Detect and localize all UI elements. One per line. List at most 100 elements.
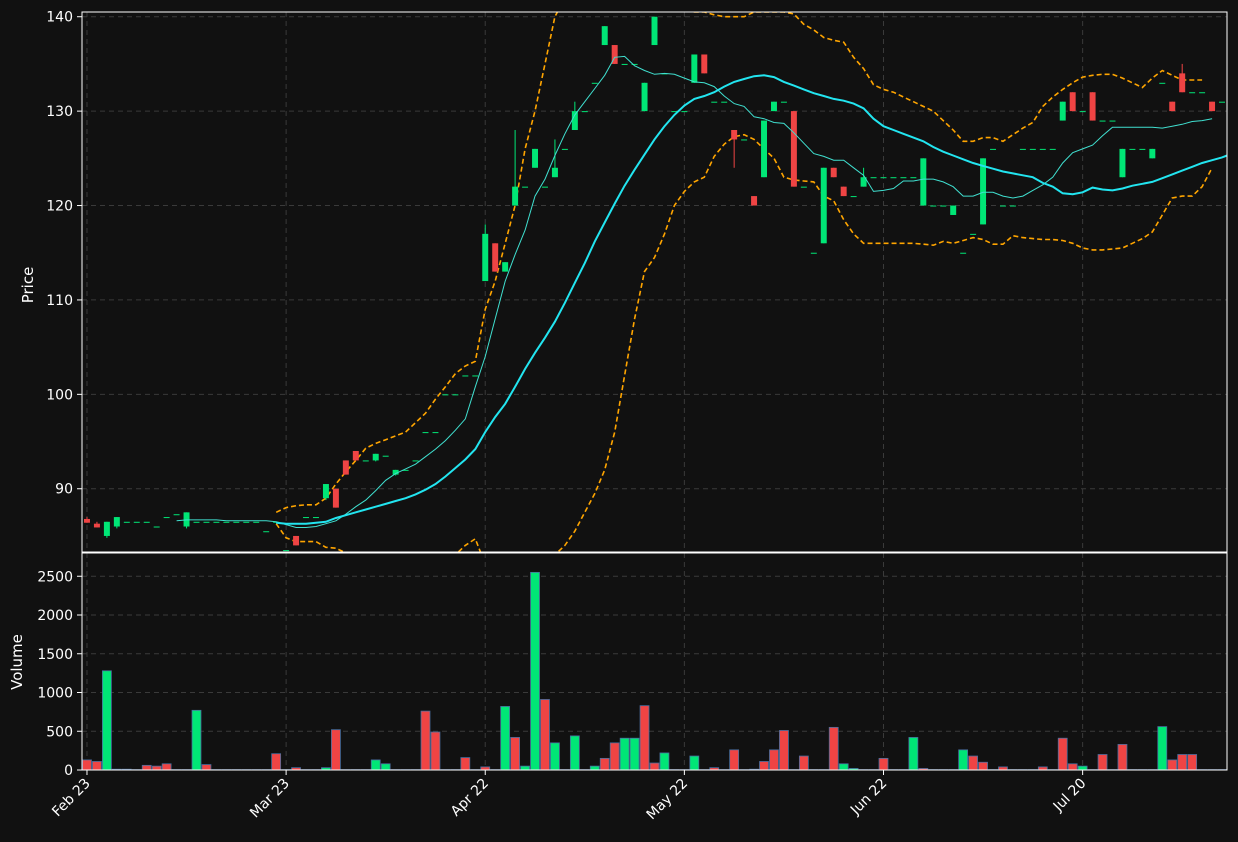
candle xyxy=(741,139,748,141)
candle-body xyxy=(1209,101,1216,112)
candle xyxy=(780,101,787,103)
volume-bar xyxy=(151,765,162,770)
candle-body xyxy=(711,101,718,103)
candle-body xyxy=(1199,92,1206,94)
candle xyxy=(522,186,529,188)
candle-body xyxy=(1099,120,1106,122)
candle xyxy=(452,394,459,396)
candle xyxy=(442,394,449,396)
candle-body xyxy=(1169,101,1176,112)
price-tick-label: 100 xyxy=(46,387,73,403)
volume-plot-area xyxy=(82,553,1227,770)
candle xyxy=(1069,92,1076,112)
volume-bar xyxy=(978,761,988,770)
candle-body xyxy=(820,167,827,244)
candle-body xyxy=(512,186,519,206)
candle-body xyxy=(701,54,708,74)
volume-bar xyxy=(161,763,172,770)
candle-body xyxy=(163,517,170,519)
price-tick-label: 130 xyxy=(46,104,73,120)
candle xyxy=(163,517,170,519)
candle xyxy=(233,521,240,523)
candle xyxy=(462,375,469,377)
volume-tick-label: 500 xyxy=(46,724,73,740)
volume-bar xyxy=(1077,765,1088,770)
candle xyxy=(472,375,479,377)
candle-body xyxy=(532,148,539,168)
candle xyxy=(910,177,917,179)
candle-body xyxy=(731,130,738,140)
candle xyxy=(1029,148,1036,150)
candle-body xyxy=(362,460,369,462)
candle-body xyxy=(442,394,449,396)
candle-body xyxy=(591,82,598,84)
candle-body xyxy=(133,521,140,523)
volume-bar xyxy=(629,737,640,770)
candle-body xyxy=(900,177,907,179)
stock-chart: 90 100 110 120 130 140 Price 0 500 1000 1500 2000… xyxy=(0,0,1238,842)
candle xyxy=(1109,120,1116,122)
candle xyxy=(900,177,907,179)
candle-body xyxy=(551,167,558,178)
candle xyxy=(193,521,200,523)
candle xyxy=(691,54,698,83)
volume-bar xyxy=(729,749,740,770)
candle-body xyxy=(502,262,509,272)
volume-bar xyxy=(798,755,809,770)
candle-body xyxy=(83,518,90,523)
candle xyxy=(243,521,250,523)
candle-body xyxy=(1109,120,1116,122)
candle xyxy=(541,186,548,188)
candle xyxy=(502,262,509,272)
candle-body xyxy=(143,521,150,523)
candle-body xyxy=(472,375,479,377)
volume-bar xyxy=(779,730,789,770)
candle-body xyxy=(283,550,290,552)
candle-body xyxy=(1079,111,1086,113)
candle-body xyxy=(721,101,728,103)
candle-body xyxy=(641,82,648,112)
candle-body xyxy=(1139,148,1146,150)
candle xyxy=(980,158,987,225)
candle-body xyxy=(751,196,758,206)
candle-body xyxy=(213,521,220,523)
volume-bar xyxy=(1157,726,1168,770)
volume-bar xyxy=(520,765,530,770)
candle xyxy=(322,484,329,501)
candle-body xyxy=(1149,148,1156,159)
volume-bar xyxy=(689,755,700,770)
candle xyxy=(1049,148,1056,150)
candle-body xyxy=(1009,205,1016,207)
candle-body xyxy=(581,111,588,113)
candle-body xyxy=(940,205,947,207)
candle xyxy=(1219,101,1226,103)
volume-bar xyxy=(530,571,540,770)
volume-bar xyxy=(550,742,560,770)
candle xyxy=(283,550,290,552)
candle-body xyxy=(741,139,748,141)
candle-body xyxy=(880,177,887,179)
volume-bar xyxy=(380,763,391,770)
candle xyxy=(303,517,310,519)
candle xyxy=(800,186,807,188)
volume-bar xyxy=(659,752,670,770)
candle xyxy=(432,432,439,434)
candle xyxy=(532,148,539,168)
candle xyxy=(701,54,708,74)
candle-body xyxy=(303,517,310,519)
candle xyxy=(153,526,160,528)
candle xyxy=(930,205,937,207)
candle-body xyxy=(840,186,847,197)
candle xyxy=(970,233,977,235)
candle xyxy=(1149,148,1156,159)
candle xyxy=(1079,111,1086,113)
candle xyxy=(641,82,648,112)
candle xyxy=(133,521,140,523)
candle-body xyxy=(312,517,319,519)
candle-body xyxy=(1119,148,1126,178)
volume-bar xyxy=(1177,754,1188,770)
candle-body xyxy=(970,233,977,235)
volume-tick-label: 0 xyxy=(64,763,73,779)
candle xyxy=(591,82,598,84)
volume-tick-label: 1500 xyxy=(37,647,73,663)
